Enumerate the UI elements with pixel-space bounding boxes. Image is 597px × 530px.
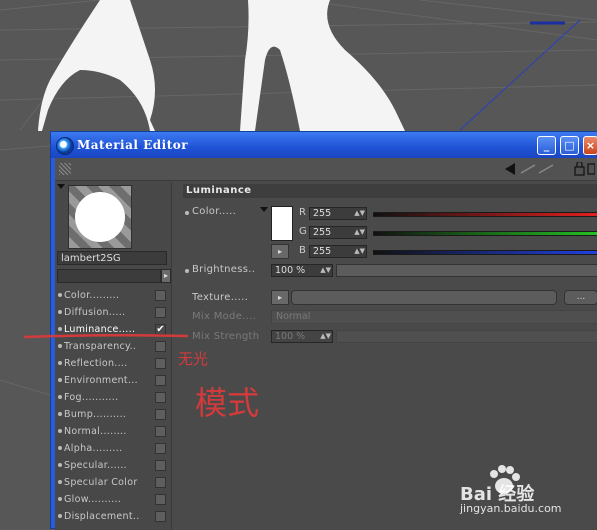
watermark-url: jingyan.baidu.com (460, 502, 562, 515)
annotation-small: 无光 (178, 350, 209, 368)
annotation-layer (23, 333, 189, 339)
annotation-large: 模式 (195, 384, 260, 422)
annotation-underline (23, 333, 189, 339)
